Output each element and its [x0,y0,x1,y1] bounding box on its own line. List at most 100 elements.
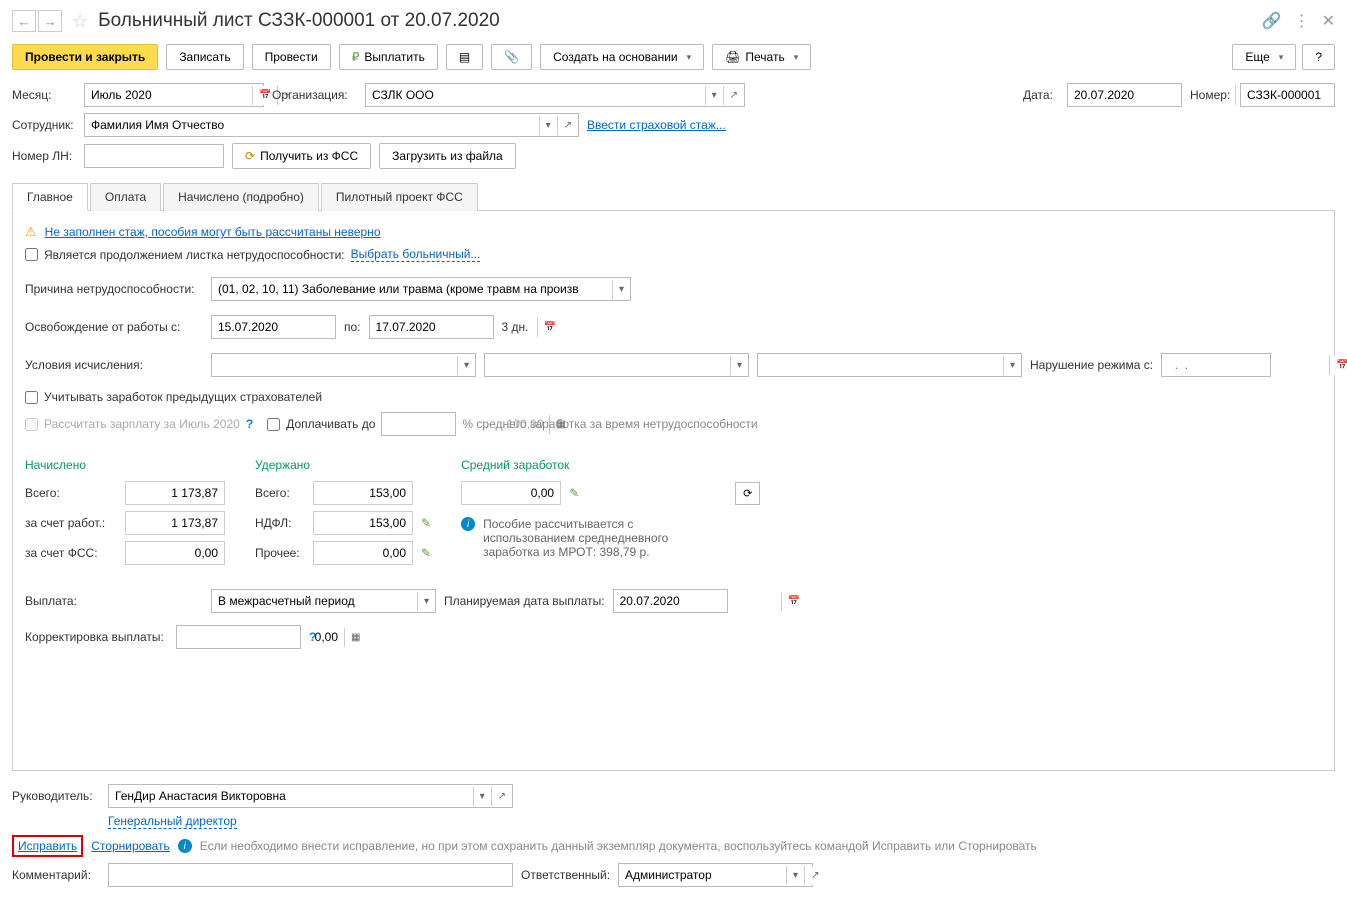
pencil-icon[interactable]: ✎ [421,516,431,530]
load-from-file-button[interactable]: Загрузить из файла [379,143,516,169]
post-button[interactable]: Провести [252,44,331,70]
avg-earnings-input[interactable] [461,481,561,505]
save-button[interactable]: Записать [166,44,243,70]
accrued-employer-input[interactable] [125,511,225,535]
comment-label: Комментарий: [12,868,100,882]
manager-label: Руководитель: [12,789,100,803]
dropdown-icon[interactable]: ▾ [539,116,557,135]
refresh-button[interactable]: ⟳ [735,482,760,505]
pencil-icon[interactable]: ✎ [569,486,579,500]
tab-pilot-fss[interactable]: Пилотный проект ФСС [321,183,478,211]
manager-position-link[interactable]: Генеральный директор [108,814,237,829]
dropdown-icon[interactable]: ▾ [473,787,491,806]
prev-employers-checkbox[interactable] [25,391,38,404]
number-input[interactable] [1241,84,1347,106]
responsible-input[interactable] [619,864,786,886]
month-input[interactable] [85,84,252,106]
dropdown-icon[interactable]: ▾ [1003,356,1021,375]
fss-label: за счет ФСС: [25,546,117,560]
condition2-input[interactable] [485,354,730,376]
manager-input[interactable] [109,785,473,807]
get-from-fss-button[interactable]: ⟳Получить из ФСС [232,143,371,169]
topup-checkbox[interactable] [267,418,280,431]
dropdown-icon[interactable]: ▾ [612,280,630,299]
kebab-menu-icon[interactable]: ⋮ [1294,11,1310,31]
ndfl-label: НДФЛ: [255,516,305,530]
open-icon[interactable]: ↗ [557,116,578,135]
calendar-icon[interactable]: 📅 [537,318,562,337]
seniority-warning-link[interactable]: Не заполнен стаж, пособия могут быть рас… [45,225,381,239]
open-icon[interactable]: ↗ [723,86,744,105]
info-icon: i [461,517,475,531]
correction-label: Корректировка выплаты: [25,630,168,644]
dropdown-icon[interactable]: ▾ [730,356,748,375]
info-icon: i [178,839,192,853]
nav-forward-button[interactable]: → [38,10,62,32]
reason-input[interactable] [212,278,612,300]
enter-seniority-link[interactable]: Ввести страховой стаж... [587,118,726,132]
select-sick-leave-link[interactable]: Выбрать больничный... [351,247,481,262]
accrued-title: Начислено [25,458,225,472]
accrued-total-input[interactable] [125,481,225,505]
withheld-total-input[interactable] [313,481,413,505]
withheld-title: Удержано [255,458,431,472]
tab-payment[interactable]: Оплата [90,183,161,211]
warning-icon: ⚠ [25,224,37,240]
violation-date-input[interactable] [1162,354,1329,376]
link-icon[interactable]: 🔗 [1262,11,1282,31]
calendar-icon[interactable]: 📅 [1329,356,1347,375]
employee-label: Сотрудник: [12,118,76,132]
org-input[interactable] [366,84,705,106]
withheld-ndfl-input[interactable] [313,511,413,535]
reverse-link[interactable]: Сторнировать [91,839,169,853]
employee-input[interactable] [85,114,539,136]
condition3-input[interactable] [758,354,1003,376]
days-count: 3 дн. [502,320,529,334]
avg-earnings-title: Средний заработок [461,458,760,472]
tab-accrued-detail[interactable]: Начислено (подробно) [163,183,319,211]
condition1-input[interactable] [212,354,457,376]
print-button[interactable]: 🖨Печать [712,44,811,70]
open-icon[interactable]: ↗ [804,866,825,885]
correct-link[interactable]: Исправить [18,839,77,853]
close-icon[interactable]: ✕ [1322,11,1335,31]
org-label: Организация: [272,88,357,102]
ln-number-input[interactable] [85,145,252,167]
continuation-checkbox[interactable] [25,248,38,261]
open-icon[interactable]: ↗ [491,787,512,806]
tab-main[interactable]: Главное [12,183,88,211]
calc-icon[interactable]: ▦ [344,628,366,647]
create-based-on-button[interactable]: Создать на основании [540,44,704,70]
dropdown-icon[interactable]: ▾ [417,592,435,611]
to-label: по: [344,320,361,334]
withheld-other-input[interactable] [313,541,413,565]
comment-input[interactable] [109,864,512,886]
other-label: Прочее: [255,546,305,560]
pay-button[interactable]: ₽Выплатить [339,44,438,70]
violation-label: Нарушение режима с: [1030,358,1153,372]
help-icon[interactable]: ? [309,630,316,644]
help-button[interactable]: ? [1302,44,1335,70]
calc-salary-label: Рассчитать зарплату за Июль 2020 [44,417,240,431]
dropdown-icon[interactable]: ▾ [705,86,723,105]
responsible-label: Ответственный: [521,868,610,882]
more-button[interactable]: Еще [1232,44,1296,70]
employer-label: за счет работ.: [25,516,117,530]
attachment-button[interactable]: 📎 [491,44,532,70]
report-icon-button[interactable]: ▤ [446,44,483,70]
accrued-fss-input[interactable] [125,541,225,565]
conditions-label: Условия исчисления: [25,358,203,372]
pencil-icon[interactable]: ✎ [421,546,431,560]
correction-input[interactable] [177,626,344,648]
planned-date-input[interactable] [614,590,781,612]
payment-period-input[interactable] [212,590,417,612]
dropdown-icon[interactable]: ▾ [786,866,804,885]
dropdown-icon[interactable]: ▾ [457,356,475,375]
calendar-icon[interactable]: 📅 [781,592,806,611]
calc-salary-checkbox [25,418,38,431]
nav-back-button[interactable]: ← [12,10,36,32]
favorite-star-icon[interactable]: ☆ [72,11,88,32]
post-and-close-button[interactable]: Провести и закрыть [12,44,158,70]
ln-number-label: Номер ЛН: [12,149,76,163]
topup-label: Доплачивать до [286,417,375,431]
